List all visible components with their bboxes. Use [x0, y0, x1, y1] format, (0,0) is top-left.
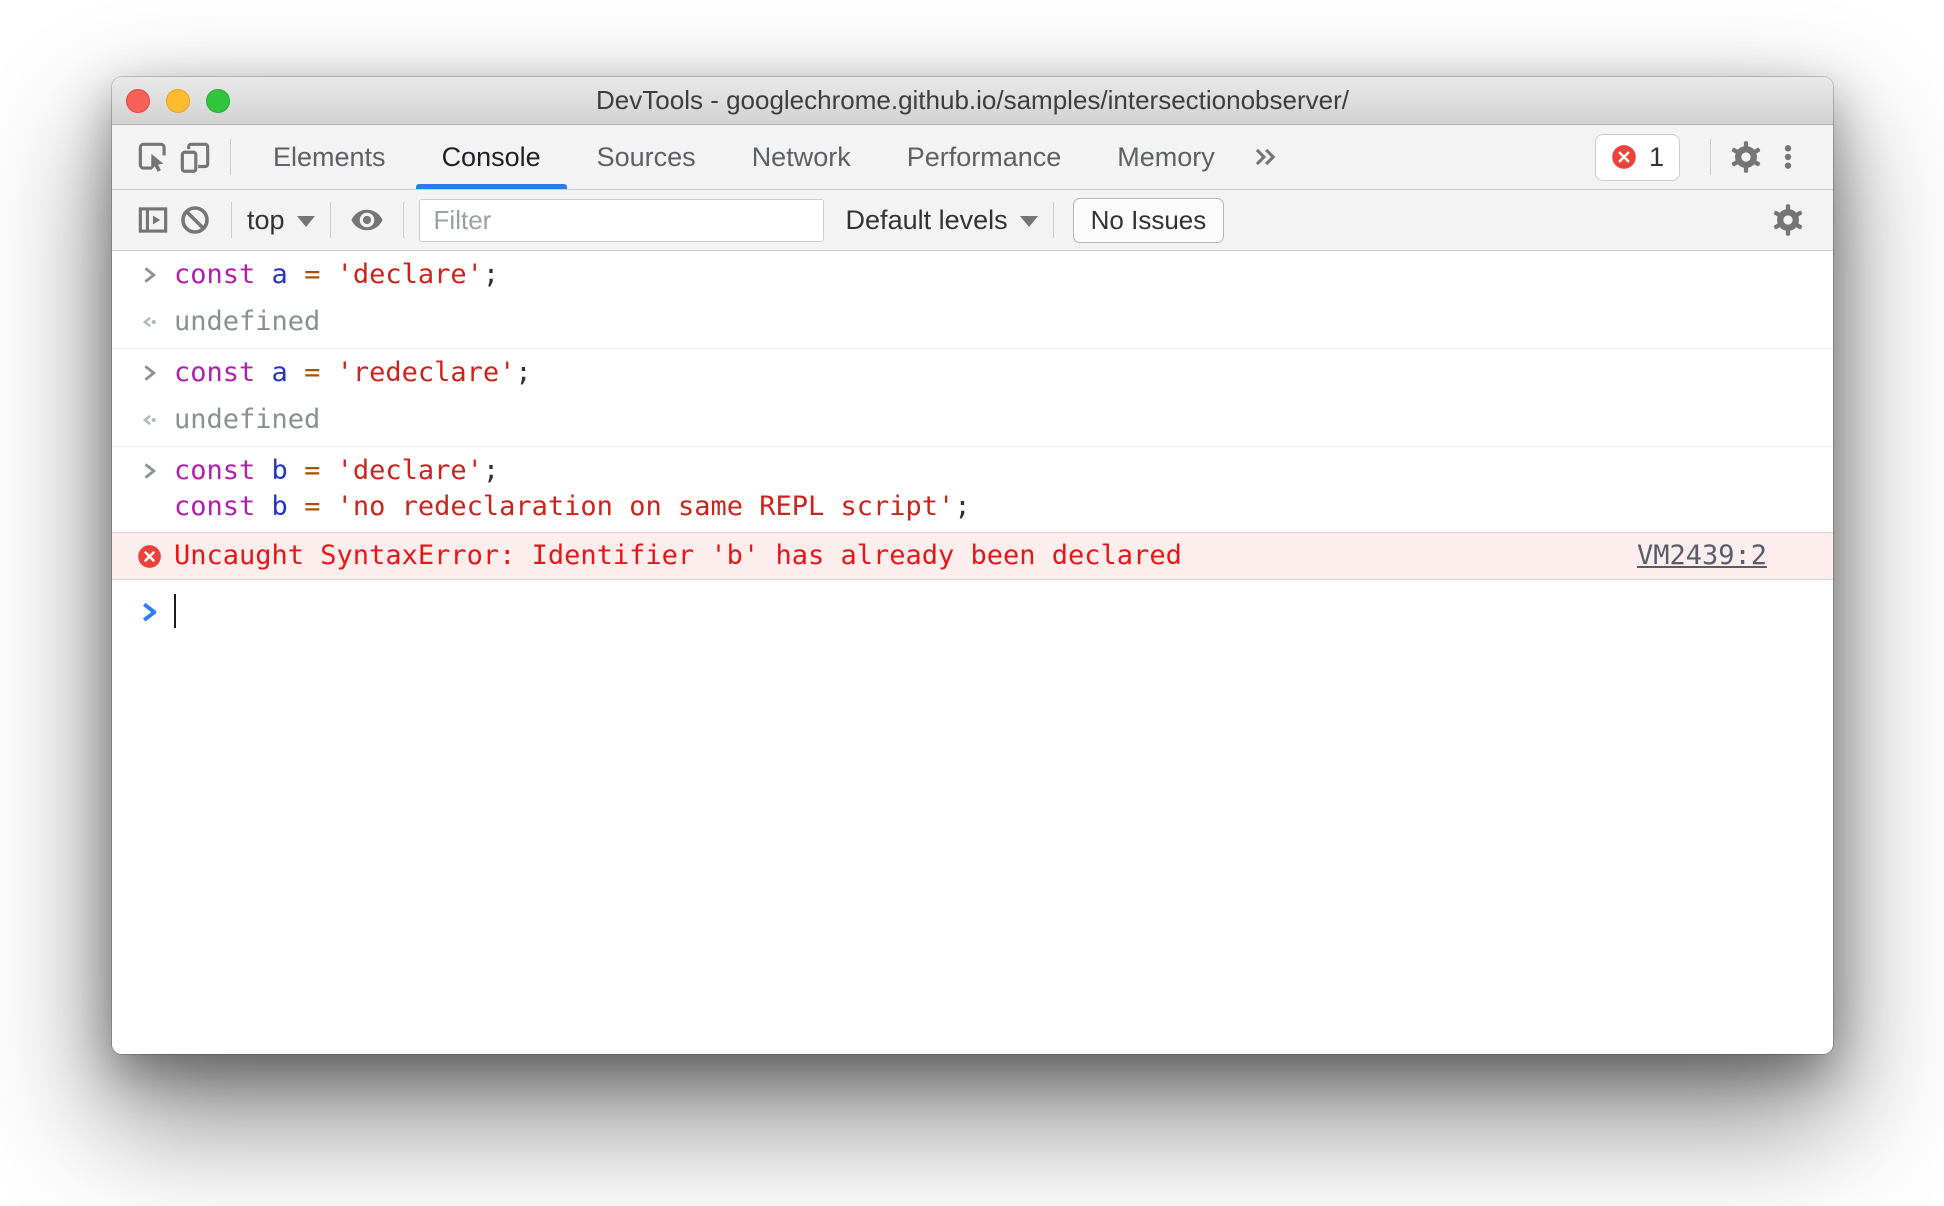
gear-icon	[1773, 204, 1803, 236]
error-count: 1	[1648, 141, 1664, 172]
panel-tabs: Elements Console Sources Network Perform…	[245, 125, 1243, 189]
devtools-tabbar: Elements Console Sources Network Perform…	[112, 125, 1833, 190]
console-input-echo-multiline: const b = 'declare'; const b = 'no redecl…	[112, 447, 1833, 532]
input-chevron-icon	[112, 257, 174, 293]
caret-down-icon	[296, 216, 315, 227]
device-toolbar-button[interactable]	[174, 135, 216, 179]
execution-context-selector[interactable]: top	[247, 205, 315, 236]
no-issues-button[interactable]: No Issues	[1072, 197, 1225, 243]
divider	[402, 202, 404, 238]
chevron-double-right-icon	[1255, 148, 1276, 166]
minimize-button[interactable]	[166, 88, 190, 113]
divider	[1052, 202, 1054, 238]
device-toolbar-icon	[180, 142, 210, 173]
divider	[1710, 139, 1711, 175]
settings-button[interactable]	[1725, 135, 1767, 179]
divider	[231, 202, 232, 238]
result-arrow-icon	[112, 304, 174, 340]
console-input-echo: const a = 'redeclare';	[112, 349, 1833, 397]
context-label: top	[247, 204, 285, 235]
live-expression-button[interactable]	[346, 198, 388, 242]
clear-console-button[interactable]	[174, 198, 216, 242]
tab-network[interactable]: Network	[724, 125, 879, 189]
error-count-badge[interactable]: 1	[1594, 133, 1680, 181]
error-source-link[interactable]: VM2439:2	[1637, 538, 1767, 574]
eye-icon	[351, 209, 383, 231]
input-chevron-icon	[112, 453, 174, 489]
filter-input[interactable]	[418, 198, 824, 242]
show-console-sidebar-icon	[138, 207, 168, 233]
console-result: undefined	[112, 299, 1833, 349]
tab-elements[interactable]: Elements	[245, 125, 414, 189]
main-menu-button[interactable]	[1767, 135, 1809, 179]
error-circle-x-icon	[1612, 145, 1636, 169]
console-error-message: Uncaught SyntaxError: Identifier 'b' has…	[112, 532, 1833, 580]
tab-performance[interactable]: Performance	[879, 125, 1090, 189]
inspect-cursor-icon	[138, 142, 166, 172]
divider	[329, 202, 331, 238]
console-toolbar: top Default levels No Issues	[112, 190, 1833, 251]
console-messages: const a = 'declare'; undefined const a =…	[112, 251, 1833, 1054]
titlebar: DevTools - googlechrome.github.io/sample…	[112, 77, 1833, 125]
console-result: undefined	[112, 397, 1833, 447]
console-settings-button[interactable]	[1767, 198, 1809, 242]
log-levels-label: Default levels	[845, 204, 1008, 235]
tab-console[interactable]: Console	[414, 125, 569, 189]
prompt-chevron-icon	[112, 593, 174, 629]
tab-sources[interactable]: Sources	[569, 125, 724, 189]
input-chevron-icon	[112, 355, 174, 391]
console-prompt[interactable]	[112, 580, 1833, 635]
caret-down-icon	[1019, 216, 1038, 227]
console-sidebar-toggle-button[interactable]	[132, 198, 174, 242]
devtools-window: DevTools - googlechrome.github.io/sample…	[112, 77, 1833, 1054]
more-tabs-button[interactable]	[1243, 135, 1285, 179]
text-cursor-caret	[174, 594, 176, 628]
divider	[230, 139, 231, 175]
window-title: DevTools - googlechrome.github.io/sample…	[596, 85, 1349, 115]
log-levels-dropdown[interactable]: Default levels	[846, 205, 1038, 236]
tab-memory[interactable]: Memory	[1089, 125, 1243, 189]
result-arrow-icon	[112, 402, 174, 438]
three-dot-menu-icon	[1784, 145, 1792, 169]
zoom-button[interactable]	[206, 88, 230, 113]
console-input-echo: const a = 'declare';	[112, 251, 1833, 299]
gear-icon	[1731, 141, 1761, 173]
error-circle-x-icon	[112, 538, 174, 574]
close-button[interactable]	[126, 88, 150, 113]
inspect-element-button[interactable]	[132, 135, 174, 179]
screenshot-stage: DevTools - googlechrome.github.io/sample…	[0, 0, 1944, 1206]
circle-slash-icon	[181, 206, 209, 234]
traffic-lights	[126, 77, 230, 124]
